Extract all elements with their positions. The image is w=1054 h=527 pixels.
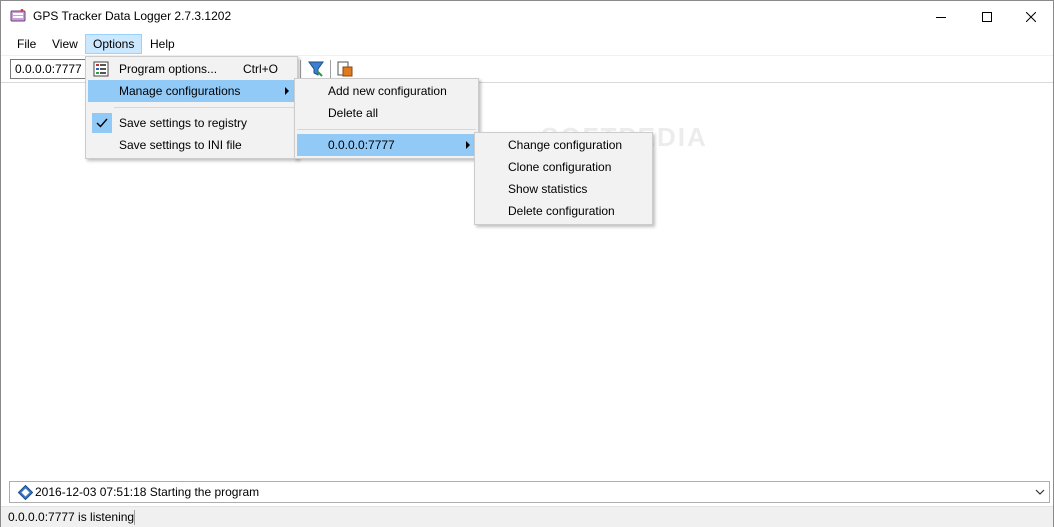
- menu-item-delete-configuration[interactable]: Delete configuration: [477, 200, 650, 222]
- log-entry: 2016-12-03 07:51:18 Starting the program: [35, 485, 260, 499]
- menu-separator: [297, 129, 476, 130]
- submenu-arrow-icon: [285, 87, 289, 95]
- menu-item-label: Program options...: [119, 62, 218, 76]
- menu-view[interactable]: View: [45, 34, 85, 54]
- menu-item-label: 0.0.0.0:7777: [328, 138, 395, 152]
- shortcut-label: Ctrl+O: [243, 62, 279, 76]
- menu-item-label: Show statistics: [508, 182, 588, 196]
- menu-item-label: Change configuration: [508, 138, 623, 152]
- toolbar-separator: [330, 60, 331, 78]
- title-bar: GPS Tracker Data Logger 2.7.3.1202: [1, 1, 1053, 32]
- status-text: 0.0.0.0:7777 is listening: [8, 510, 135, 524]
- menu-item-label: Manage configurations: [119, 84, 241, 98]
- info-diamond-icon: [18, 485, 33, 500]
- maximize-icon: [982, 11, 992, 22]
- configuration-entry-menu: Change configuration Clone configuration…: [474, 132, 653, 225]
- menu-item-config-entry[interactable]: 0.0.0.0:7777: [297, 134, 476, 156]
- app-logo-icon: [10, 9, 26, 22]
- app-window: GPS Tracker Data Logger 2.7.3.1202 File …: [0, 0, 1054, 527]
- close-icon: [1026, 11, 1036, 22]
- menu-item-label: Delete all: [328, 106, 379, 120]
- options-menu: Program options... Ctrl+O Manage configu…: [85, 56, 298, 159]
- menu-item-label: Save settings to registry: [119, 116, 248, 130]
- status-separator: [134, 510, 135, 525]
- status-bar: 0.0.0.0:7777 is listening: [1, 506, 1053, 527]
- menu-item-show-statistics[interactable]: Show statistics: [477, 178, 650, 200]
- menu-separator: [114, 107, 295, 108]
- menu-bar: File View Options Help: [1, 32, 1053, 56]
- chevron-down-icon[interactable]: [1035, 487, 1045, 497]
- menu-item-label: Add new configuration: [328, 84, 447, 98]
- menu-options[interactable]: Options: [85, 34, 143, 54]
- manage-configurations-menu: Add new configuration Delete all 0.0.0.0…: [294, 78, 479, 159]
- checkmark-icon: [96, 118, 108, 128]
- menu-item-program-options[interactable]: Program options... Ctrl+O: [88, 58, 295, 80]
- window-title: GPS Tracker Data Logger 2.7.3.1202: [33, 9, 232, 23]
- maximize-button[interactable]: [964, 1, 1010, 32]
- close-button[interactable]: [1008, 1, 1054, 32]
- menu-item-label: Clone configuration: [508, 160, 612, 174]
- menu-item-label: Delete configuration: [508, 204, 615, 218]
- export-icon[interactable]: [336, 60, 354, 78]
- toolbar-separator: [300, 60, 301, 78]
- settings-list-icon: [93, 61, 109, 77]
- menu-item-label: Save settings to INI file: [119, 138, 242, 152]
- checkmark-box: [92, 113, 112, 133]
- minimize-icon: [936, 16, 946, 18]
- submenu-arrow-icon: [466, 141, 470, 149]
- menu-item-save-ini[interactable]: Save settings to INI file: [88, 134, 295, 156]
- menu-item-save-registry[interactable]: Save settings to registry: [88, 112, 295, 134]
- log-combo[interactable]: 2016-12-03 07:51:18 Starting the program: [9, 481, 1050, 503]
- menu-item-delete-all[interactable]: Delete all: [297, 102, 476, 124]
- menu-item-manage-configurations[interactable]: Manage configurations: [88, 80, 295, 102]
- menu-file[interactable]: File: [10, 34, 43, 54]
- menu-item-add-new-configuration[interactable]: Add new configuration: [297, 80, 476, 102]
- filter-icon[interactable]: [307, 60, 325, 78]
- menu-item-clone-configuration[interactable]: Clone configuration: [477, 156, 650, 178]
- menu-help[interactable]: Help: [143, 34, 182, 54]
- menu-item-change-configuration[interactable]: Change configuration: [477, 134, 650, 156]
- minimize-button[interactable]: [918, 1, 964, 32]
- address-combo[interactable]: 0.0.0.0:7777: [10, 59, 86, 79]
